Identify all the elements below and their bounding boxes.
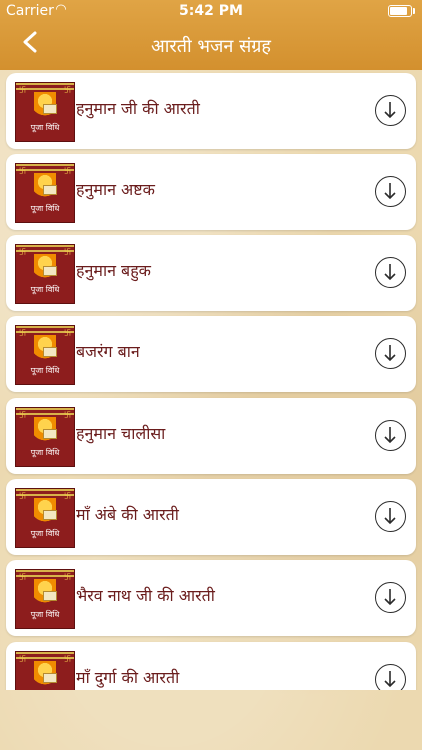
- thumbnail-label: पूजा विधि: [30, 610, 60, 619]
- list-item[interactable]: 卐卐 पूजा विधि हनुमान बहुक: [6, 235, 416, 311]
- thumbnail: 卐卐 पूजा विधि: [15, 407, 75, 467]
- download-button[interactable]: [375, 176, 406, 207]
- download-button[interactable]: [375, 338, 406, 369]
- list-item[interactable]: 卐卐 पूजा विधि हनुमान जी की आरती: [6, 73, 416, 149]
- download-arrow-icon: [384, 508, 396, 525]
- download-button[interactable]: [375, 257, 406, 288]
- download-button[interactable]: [375, 664, 406, 690]
- download-arrow-icon: [384, 427, 396, 444]
- item-title: हनुमान बहुक: [76, 261, 151, 280]
- list-item[interactable]: 卐卐 पूजा विधि माँ दुर्गा की आरती: [6, 642, 416, 690]
- item-title: माँ अंबे की आरती: [76, 505, 179, 524]
- item-title: माँ दुर्गा की आरती: [76, 668, 180, 687]
- list-item[interactable]: 卐卐 पूजा विधि माँ अंबे की आरती: [6, 479, 416, 555]
- thumbnail: 卐卐 पूजा विधि: [15, 163, 75, 223]
- navigation-bar: Carrier ◠ 5:42 PM आरती भजन संग्रह: [0, 0, 422, 70]
- item-title: हनुमान चालीसा: [76, 424, 166, 443]
- download-button[interactable]: [375, 95, 406, 126]
- item-title: बजरंग बान: [76, 342, 140, 361]
- thumbnail: 卐卐 पूजा विधि: [15, 244, 75, 304]
- download-button[interactable]: [375, 501, 406, 532]
- thumbnail: 卐卐 पूजा विधि: [15, 325, 75, 385]
- list-item[interactable]: 卐卐 पूजा विधि बजरंग बान: [6, 316, 416, 392]
- download-arrow-icon: [384, 589, 396, 606]
- status-time: 5:42 PM: [179, 3, 243, 19]
- download-button[interactable]: [375, 420, 406, 451]
- item-title: हनुमान जी की आरती: [76, 99, 200, 118]
- thumbnail: 卐卐 पूजा विधि: [15, 488, 75, 548]
- thumbnail-label: पूजा विधि: [30, 123, 60, 132]
- thumbnail: 卐卐 पूजा विधि: [15, 82, 75, 142]
- download-arrow-icon: [384, 264, 396, 281]
- item-title: भैरव नाथ जी की आरती: [76, 586, 215, 605]
- download-arrow-icon: [384, 102, 396, 119]
- page-title: आरती भजन संग्रह: [150, 36, 271, 57]
- thumbnail-label: पूजा विधि: [30, 285, 60, 294]
- aarti-list: 卐卐 पूजा विधि हनुमान जी की आरती 卐卐 पूजा व…: [0, 70, 422, 690]
- thumbnail-label: पूजा विधि: [30, 366, 60, 375]
- thumbnail-label: पूजा विधि: [30, 529, 60, 538]
- item-title: हनुमान अष्टक: [76, 180, 155, 199]
- thumbnail: 卐卐 पूजा विधि: [15, 569, 75, 629]
- list-item[interactable]: 卐卐 पूजा विधि हनुमान अष्टक: [6, 154, 416, 230]
- status-bar: Carrier ◠ 5:42 PM: [0, 0, 422, 22]
- thumbnail-label: पूजा विधि: [30, 204, 60, 213]
- list-item[interactable]: 卐卐 पूजा विधि हनुमान चालीसा: [6, 398, 416, 474]
- thumbnail: 卐卐 पूजा विधि: [15, 651, 75, 690]
- battery-icon: [388, 5, 415, 17]
- download-arrow-icon: [384, 183, 396, 200]
- thumbnail-label: पूजा विधि: [30, 448, 60, 457]
- download-arrow-icon: [384, 345, 396, 362]
- download-button[interactable]: [375, 582, 406, 613]
- list-item[interactable]: 卐卐 पूजा विधि भैरव नाथ जी की आरती: [6, 560, 416, 636]
- download-arrow-icon: [384, 671, 396, 688]
